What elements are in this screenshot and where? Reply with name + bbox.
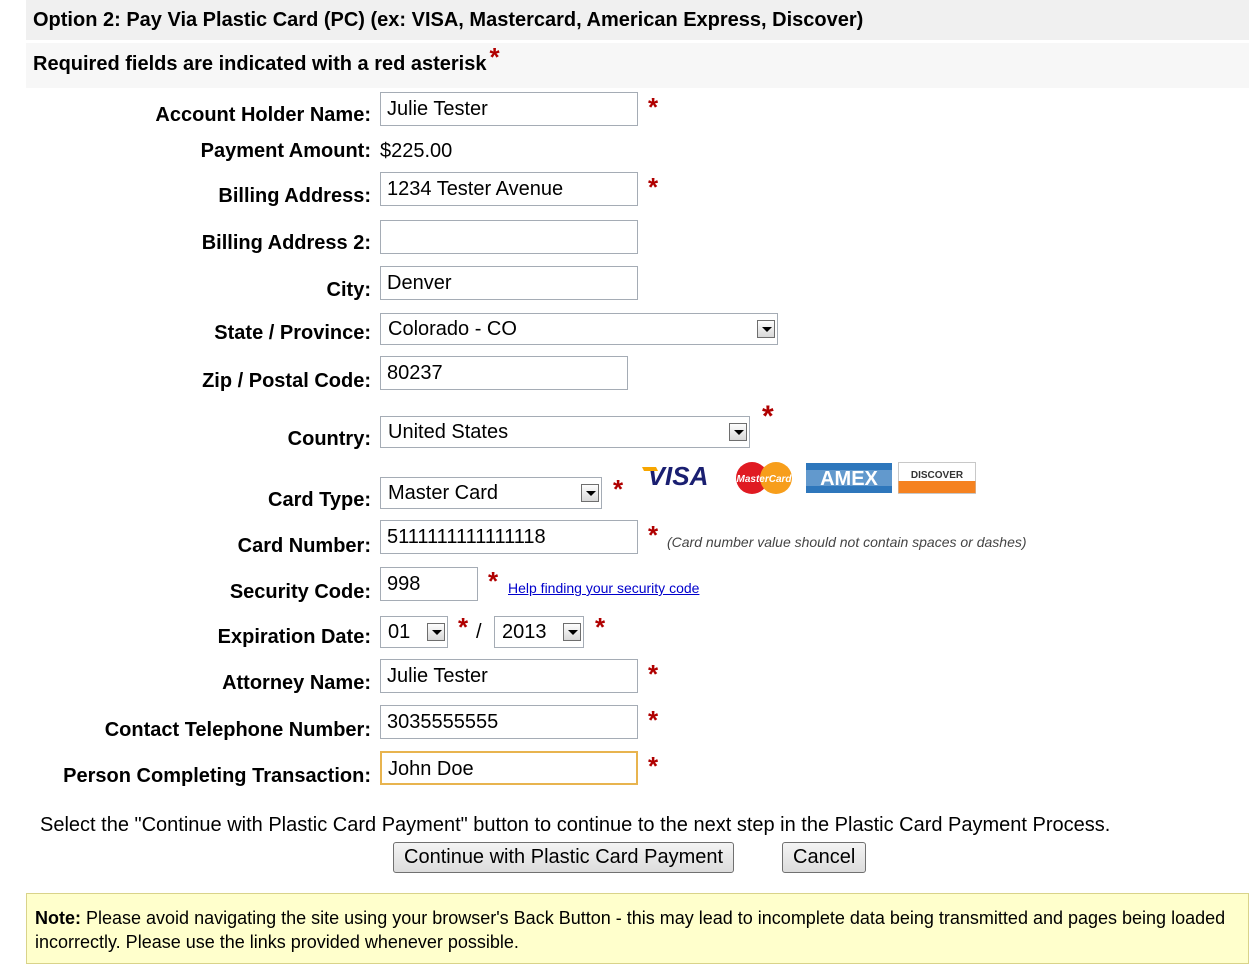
card-number-input[interactable]: 5111111111111118 [380, 520, 638, 554]
security-code-label: Security Code: [229, 581, 371, 603]
required-asterisk: * [648, 751, 659, 781]
cancel-button[interactable]: Cancel [782, 842, 867, 873]
card-type-select-value: Master Card [388, 482, 499, 504]
chevron-down-icon[interactable] [563, 623, 581, 641]
payment-amount-label: Payment Amount: [200, 140, 371, 162]
required-asterisk: * [648, 520, 659, 550]
visa-logo: VISA [636, 461, 720, 495]
expiration-label: Expiration Date: [217, 626, 371, 648]
chevron-down-icon[interactable] [729, 423, 747, 441]
mastercard-logo: MasterCard [726, 461, 802, 495]
card-number-hint: (Card number value should not contain sp… [667, 534, 1027, 550]
continue-button[interactable]: Continue with Plastic Card Payment [393, 842, 735, 873]
card-type-select[interactable]: Master Card [380, 477, 602, 509]
expiration-month-select[interactable]: 01 [380, 616, 448, 648]
card-type-label: Card Type: [268, 489, 371, 511]
chevron-down-icon[interactable] [427, 623, 445, 641]
required-asterisk: * [458, 612, 469, 642]
required-asterisk: * [648, 92, 659, 122]
chevron-down-icon[interactable] [757, 320, 775, 338]
payment-amount-value: $225.00 [380, 140, 453, 162]
billing-address2-label: Billing Address 2: [201, 232, 371, 254]
state-label: State / Province: [214, 322, 371, 344]
account-holder-label: Account Holder Name: [155, 104, 371, 126]
person-input[interactable]: John Doe [380, 751, 638, 785]
security-code-input[interactable]: 998 [380, 567, 478, 601]
required-asterisk: * [595, 612, 606, 642]
card-number-label: Card Number: [237, 535, 371, 557]
amex-logo: AMEX [806, 461, 892, 495]
section-title: Option 2: Pay Via Plastic Card (PC) (ex:… [26, 0, 1249, 40]
svg-text:VISA: VISA [648, 461, 709, 491]
expiration-month-value: 01 [388, 621, 411, 643]
expiration-year-select[interactable]: 2013 [494, 616, 584, 648]
city-label: City: [326, 279, 371, 301]
required-asterisk: * [489, 42, 500, 72]
billing-address2-input[interactable] [380, 220, 638, 254]
billing-address-input[interactable]: 1234 Tester Avenue [380, 172, 638, 206]
discover-logo: DISCOVER [898, 461, 976, 495]
state-select-value: Colorado - CO [388, 318, 517, 340]
svg-text:DISCOVER: DISCOVER [911, 470, 964, 481]
city-input[interactable]: Denver [380, 266, 638, 300]
billing-address-label: Billing Address: [218, 185, 371, 207]
zip-label: Zip / Postal Code: [202, 370, 371, 392]
required-note: Required fields are indicated with a red… [26, 43, 1249, 88]
country-label: Country: [287, 428, 371, 450]
expiration-separator: / [476, 621, 482, 643]
note-text: Please avoid navigating the site using y… [35, 908, 1226, 952]
required-asterisk: * [648, 705, 659, 735]
country-select-value: United States [388, 421, 509, 443]
chevron-down-icon[interactable] [581, 484, 599, 502]
zip-input[interactable]: 80237 [380, 356, 628, 390]
required-asterisk: * [648, 659, 659, 689]
person-label: Person Completing Transaction: [63, 765, 371, 787]
note-prefix: Note: [35, 908, 81, 928]
required-asterisk: * [762, 400, 774, 433]
required-asterisk: * [648, 172, 659, 202]
phone-input[interactable]: 3035555555 [380, 705, 638, 739]
account-holder-input[interactable]: Julie Tester [380, 92, 638, 126]
svg-text:AMEX: AMEX [820, 468, 878, 490]
svg-text:MasterCard: MasterCard [736, 474, 792, 485]
attorney-input[interactable]: Julie Tester [380, 659, 638, 693]
country-select[interactable]: United States [380, 416, 750, 448]
navigation-note: Note: Please avoid navigating the site u… [26, 893, 1249, 964]
attorney-label: Attorney Name: [222, 672, 371, 694]
required-note-text: Required fields are indicated with a red… [33, 53, 487, 75]
state-select[interactable]: Colorado - CO [380, 313, 778, 345]
security-code-help-link[interactable]: Help finding your security code [508, 580, 699, 596]
instruction-text: Select the "Continue with Plastic Card P… [40, 814, 1111, 836]
required-asterisk: * [488, 566, 499, 596]
phone-label: Contact Telephone Number: [104, 719, 371, 741]
expiration-year-value: 2013 [502, 621, 547, 643]
required-asterisk: * [613, 474, 624, 504]
